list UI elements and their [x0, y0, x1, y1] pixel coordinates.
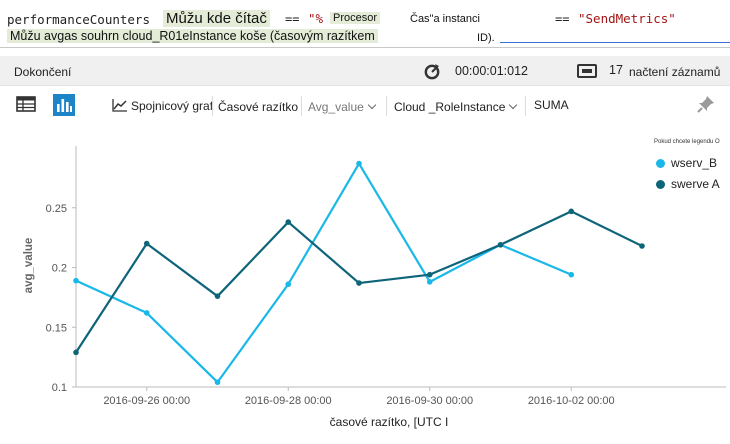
toolbar-divider	[212, 96, 213, 116]
line-chart-icon	[112, 99, 127, 112]
chart-toolbar: Spojnicový graf Časové razítko Avg_value…	[0, 86, 730, 124]
query-editor[interactable]: performanceCounters Můžu kde čítač == "%…	[0, 0, 730, 48]
x-tick-label-3: 2016-10-02 00:00	[528, 395, 615, 407]
status-bar: Dokončení 00:00:01:012 17 načtení záznam…	[0, 56, 730, 86]
query-string-metric: "SendMetrics"	[578, 11, 676, 26]
x-tick-label-2: 2016-09-30 00:00	[386, 395, 473, 407]
chevron-down-icon	[509, 100, 518, 110]
query-operator-2: ==	[555, 12, 570, 26]
timer-icon	[423, 62, 441, 83]
legend-swatch-1	[656, 180, 665, 189]
legend-label-0: wserv_B	[671, 156, 718, 170]
query-table-name: performanceCounters	[7, 12, 150, 27]
data-point-0-3[interactable]	[285, 281, 292, 288]
chart-type-label: Spojnicový graf	[131, 99, 214, 113]
legend-item-0[interactable]: wserv_B	[656, 156, 717, 170]
y-tick-label-1: 0.15	[46, 322, 67, 334]
query-string-percent: "%	[308, 11, 324, 26]
data-point-1-7[interactable]	[568, 208, 575, 215]
legend-swatch-0	[656, 159, 665, 168]
x-tick-label-1: 2016-09-28 00:00	[245, 395, 332, 407]
data-point-0-7[interactable]	[568, 271, 575, 278]
data-point-1-4[interactable]	[356, 280, 362, 286]
data-point-0-1[interactable]	[143, 310, 150, 316]
status-state: Dokončení	[14, 65, 72, 79]
legend-note: Pokud chcete legendu O	[654, 139, 720, 145]
y-axis-field-label: Avg_value	[308, 100, 364, 114]
chart-view-button[interactable]	[52, 93, 76, 117]
pin-icon	[697, 96, 714, 113]
data-point-1-0[interactable]	[73, 349, 79, 356]
query-hint-counter: Můžu kde čítač	[163, 10, 270, 27]
data-point-1-6[interactable]	[497, 241, 504, 248]
records-icon	[577, 63, 597, 82]
legend-label-1: swerve A	[671, 177, 720, 191]
chart-type-select[interactable]: Spojnicový graf	[112, 96, 213, 113]
toolbar-divider	[525, 96, 526, 116]
pin-button[interactable]	[696, 94, 720, 118]
data-point-0-4[interactable]	[356, 160, 362, 167]
query-operator-1: ==	[285, 12, 300, 26]
record-label: načtení záznamů	[629, 65, 721, 79]
split-field-select[interactable]: Cloud _RoleInstance	[394, 100, 518, 114]
table-view-button[interactable]	[15, 93, 39, 117]
split-field-label: Cloud _RoleInstance	[394, 100, 506, 114]
toolbar-divider	[386, 96, 387, 116]
data-point-1-8[interactable]	[639, 243, 645, 249]
y-tick-label-3: 0.25	[46, 203, 67, 215]
line-chart: 0.1 0.15 0.2 0.25 2016-09-26 00:00 2016-09-28…	[0, 124, 730, 444]
x-tick-label-0: 2016-09-26 00:00	[103, 395, 190, 407]
data-point-0-5[interactable]	[426, 279, 433, 285]
aggregation-label: SUMA	[534, 98, 569, 112]
data-point-1-5[interactable]	[426, 271, 433, 278]
y-tick-label-0: 0.1	[52, 382, 67, 394]
y-tick-label-2: 0.2	[52, 263, 67, 275]
record-count: 17	[609, 63, 623, 77]
x-axis-field-label: Časové razítko	[218, 100, 299, 114]
cursor-underline	[500, 42, 730, 43]
toolbar-divider	[301, 96, 302, 116]
table-icon	[16, 96, 36, 112]
series-line-0	[75, 162, 572, 384]
aggregation-select[interactable]: SUMA	[534, 98, 569, 112]
x-axis-title: časové razítko, [UTC I	[330, 415, 449, 429]
x-axis-field[interactable]: Časové razítko	[218, 100, 298, 114]
y-axis-title: avg_value	[23, 238, 35, 294]
query-line-2: Můžu avgas souhrn cloud_R01eInstance koš…	[7, 29, 378, 43]
chart-canvas: 0.1 0.15 0.2 0.25 2016-09-26 00:00 2016-09-28…	[23, 146, 726, 429]
query-hint-time: Čas"a instanci	[410, 13, 480, 25]
query-line-1[interactable]: performanceCounters	[7, 11, 150, 29]
query-word-processor: Procesor	[330, 12, 381, 24]
data-point-1-1[interactable]	[143, 240, 150, 247]
y-axis-field-select[interactable]: Avg_value	[308, 100, 377, 114]
query-line-2-tail: ID).	[477, 32, 495, 44]
data-point-1-2[interactable]	[214, 293, 221, 299]
data-point-0-0[interactable]	[73, 277, 79, 284]
elapsed-time: 00:00:01:012	[455, 64, 528, 78]
data-point-1-3[interactable]	[285, 219, 292, 225]
bar-chart-icon	[53, 94, 75, 116]
chevron-down-icon	[367, 100, 377, 110]
data-point-0-2[interactable]	[214, 379, 221, 386]
legend-item-1[interactable]: swerve A	[656, 177, 720, 191]
